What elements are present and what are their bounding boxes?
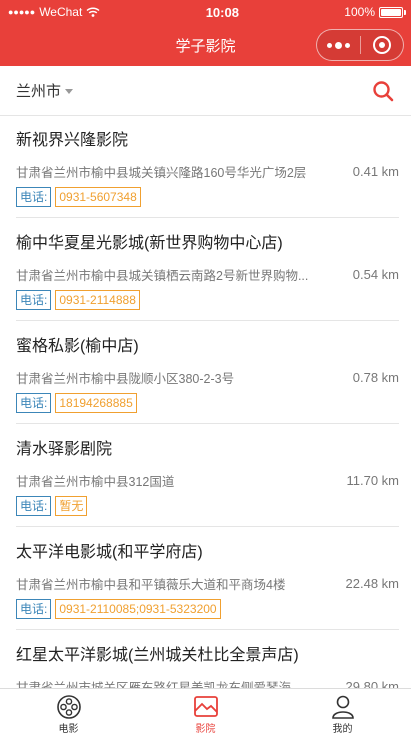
- phone-label: 电话:: [16, 496, 52, 516]
- cinema-name: 新视界兴隆影院: [16, 132, 129, 149]
- phone-number[interactable]: 18194268885: [55, 393, 137, 413]
- cinema-item[interactable]: 榆中华夏星光影城(新世界购物中心店) 甘肃省兰州市榆中县城关镇栖云南路2号新世界…: [16, 233, 399, 311]
- film-reel-icon: [56, 695, 81, 719]
- tab-mine[interactable]: 我的: [274, 689, 411, 736]
- cinema-name: 榆中华夏星光影城(新世界购物中心店): [16, 235, 283, 252]
- status-time: 10:08: [205, 4, 239, 20]
- cinema-distance: 0.41 km: [352, 163, 399, 179]
- cinema-item[interactable]: 蜜格私影(榆中店) 甘肃省兰州市榆中县陇顺小区380-2-3号 0.78 km …: [16, 336, 399, 414]
- cinema-address: 甘肃省兰州市榆中县陇顺小区380-2-3号: [16, 371, 235, 386]
- cinema-item[interactable]: 太平洋电影城(和平学府店) 甘肃省兰州市榆中县和平镇薇乐大道和平商场4楼 22.…: [16, 542, 399, 620]
- more-dots-icon: [326, 42, 332, 48]
- cinema-address: 甘肃省兰州市榆中县和平镇薇乐大道和平商场4楼: [16, 577, 286, 592]
- close-mini-program-button[interactable]: [361, 36, 404, 54]
- more-menu-button[interactable]: [317, 41, 360, 49]
- cinema-name: 蜜格私影(榆中店): [16, 338, 139, 355]
- phone-number[interactable]: 暂无: [55, 496, 88, 516]
- battery-percent: 100%: [344, 5, 375, 19]
- tab-label: 电影: [58, 724, 79, 735]
- tab-movies[interactable]: 电影: [0, 689, 137, 736]
- page-title: 学子影院: [175, 37, 236, 55]
- cinema-name: 红星太平洋影城(兰州城关杜比全景声店): [16, 647, 299, 664]
- search-icon[interactable]: [371, 79, 395, 103]
- divider: [16, 526, 399, 527]
- phone-label: 电话:: [16, 393, 52, 413]
- cinema-address: 甘肃省兰州市榆中县城关镇栖云南路2号新世界购物...: [16, 268, 309, 283]
- cinema-screen-icon: [193, 696, 218, 717]
- battery-icon: [379, 6, 406, 18]
- divider: [16, 217, 399, 218]
- tab-cinemas[interactable]: 影院: [137, 689, 274, 736]
- cinema-item[interactable]: 清水驿影剧院 甘肃省兰州市榆中县312国道 11.70 km 电话: 暂无: [16, 439, 399, 517]
- tab-label: 影院: [195, 724, 216, 735]
- status-bar: ●●●●● WeChat 10:08 100%: [0, 0, 411, 24]
- top-bar: ●●●●● WeChat 10:08 100% 学子影院: [0, 0, 411, 66]
- divider: [16, 423, 399, 424]
- divider: [16, 629, 399, 630]
- cinema-distance: 22.48 km: [345, 575, 399, 591]
- cinema-distance: 0.78 km: [352, 369, 399, 385]
- phone-number[interactable]: 0931-2114888: [55, 290, 140, 310]
- cinema-distance: 11.70 km: [346, 472, 399, 488]
- phone-number[interactable]: 0931-2110085;0931-5323200: [55, 599, 221, 619]
- caret-down-icon: [65, 89, 74, 94]
- carrier-label: WeChat: [39, 5, 83, 19]
- mini-program-capsule: [316, 29, 404, 61]
- phone-number[interactable]: 0931-5607348: [55, 187, 141, 207]
- signal-icon: ●●●●●: [8, 7, 36, 17]
- cinema-distance: 0.54 km: [352, 266, 399, 282]
- target-close-icon: [372, 36, 391, 54]
- cinema-name: 太平洋电影城(和平学府店): [16, 544, 203, 561]
- nav-bar: 学子影院: [0, 24, 411, 66]
- city-label: 兰州市: [16, 83, 62, 100]
- city-bar: 兰州市: [0, 66, 411, 116]
- city-selector[interactable]: 兰州市: [16, 80, 74, 101]
- phone-label: 电话:: [16, 187, 52, 207]
- phone-label: 电话:: [16, 599, 52, 619]
- tab-label: 我的: [332, 724, 353, 735]
- phone-label: 电话:: [16, 290, 52, 310]
- wifi-icon: [86, 7, 100, 17]
- cinema-name: 清水驿影剧院: [16, 441, 113, 458]
- tab-bar: 电影 影院 我的: [0, 688, 411, 736]
- divider: [16, 320, 399, 321]
- cinema-item[interactable]: 新视界兴隆影院 甘肃省兰州市榆中县城关镇兴隆路160号华光广场2层 0.41 k…: [16, 130, 399, 208]
- user-icon: [331, 695, 354, 719]
- cinema-address: 甘肃省兰州市榆中县城关镇兴隆路160号华光广场2层: [16, 165, 307, 180]
- cinema-address: 甘肃省兰州市榆中县312国道: [16, 474, 175, 489]
